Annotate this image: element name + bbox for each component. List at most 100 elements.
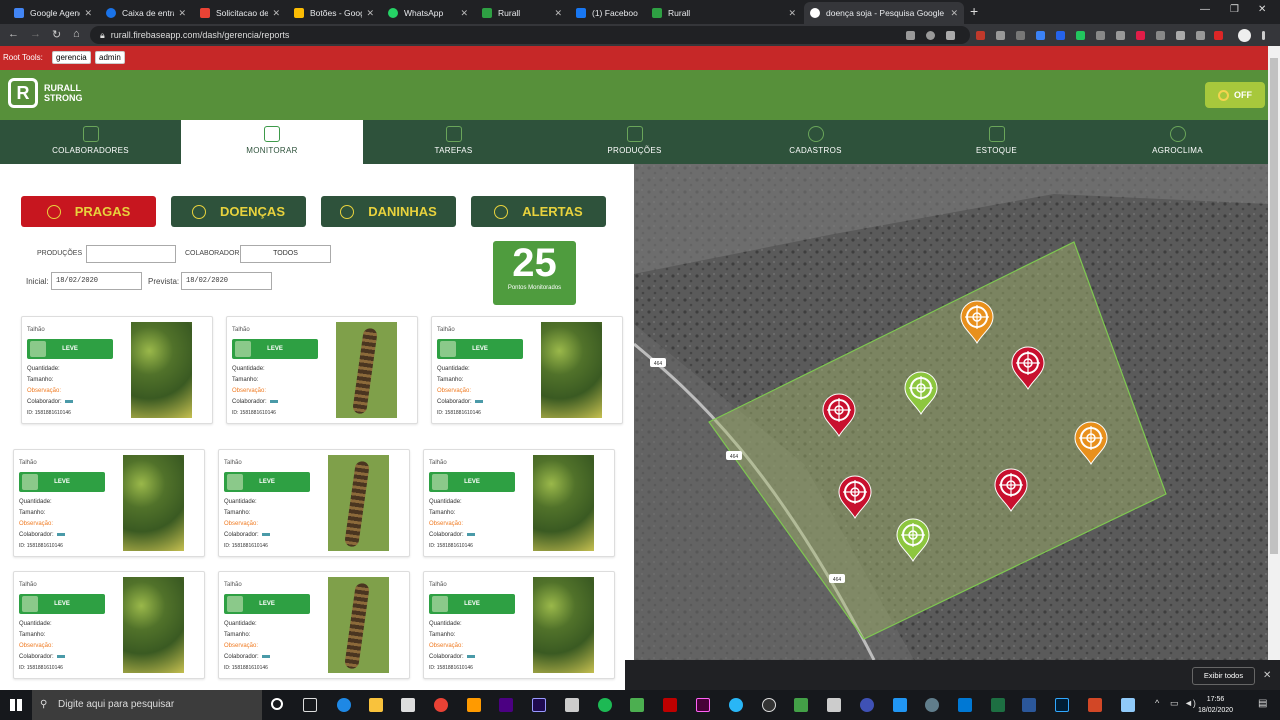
- browser-tab[interactable]: (1) Facebook: [570, 2, 644, 24]
- show-all-downloads-button[interactable]: Exibir todos: [1192, 667, 1255, 685]
- spotify-icon[interactable]: [598, 698, 612, 712]
- caterpillar-photo[interactable]: [328, 455, 389, 551]
- satellite-map[interactable]: 464 464 464: [634, 164, 1268, 660]
- browser-tab[interactable]: Rurall ✕: [476, 2, 568, 24]
- report-card[interactable]: Talhão LEVE Quantidade: Tamanho: Observação:…: [13, 571, 205, 679]
- network-icon[interactable]: ▭: [1170, 698, 1179, 709]
- leaf-photo[interactable]: [123, 577, 184, 673]
- close-icon[interactable]: ✕: [460, 8, 468, 19]
- close-icon[interactable]: ✕: [950, 8, 958, 19]
- report-card[interactable]: Talhão LEVE Quantidade: Tamanho: Observação:…: [218, 449, 410, 557]
- browser-tab-active[interactable]: doença soja - Pesquisa Google ✕: [804, 2, 964, 24]
- extension-icon[interactable]: [1036, 31, 1045, 40]
- extension-icon[interactable]: [1196, 31, 1205, 40]
- xd-icon[interactable]: [696, 698, 710, 712]
- extension-icon[interactable]: [1076, 31, 1085, 40]
- nav-producoes[interactable]: PRODUÇÕES: [544, 120, 725, 164]
- nav-colaboradores[interactable]: COLABORADORES: [0, 120, 181, 164]
- nav-agroclima[interactable]: AGROCLIMA: [1087, 120, 1268, 164]
- app-icon[interactable]: [729, 698, 743, 712]
- profile-avatar[interactable]: [1238, 29, 1251, 42]
- nav-tarefas[interactable]: TAREFAS: [363, 120, 544, 164]
- app-icon[interactable]: [1121, 698, 1135, 712]
- browser-tab[interactable]: Google Agend ✕: [8, 2, 98, 24]
- forward-icon[interactable]: →: [30, 28, 41, 40]
- nav-monitorar[interactable]: MONITORAR: [181, 120, 363, 164]
- colaborador-select[interactable]: TODOS: [240, 245, 331, 263]
- close-icon[interactable]: ✕: [178, 8, 186, 19]
- filezilla-icon[interactable]: [663, 698, 677, 712]
- browser-tab[interactable]: WhatsApp ✕: [382, 2, 474, 24]
- menu-icon[interactable]: [1262, 31, 1265, 40]
- extension-icon[interactable]: [1156, 31, 1165, 40]
- file-explorer-icon[interactable]: [369, 698, 383, 712]
- off-button[interactable]: OFF: [1205, 82, 1265, 108]
- extension-icon[interactable]: [1116, 31, 1125, 40]
- extension-icon[interactable]: [1096, 31, 1105, 40]
- plus-circle-icon[interactable]: [926, 31, 935, 40]
- close-window-icon[interactable]: ✕: [1258, 4, 1266, 15]
- task-view-icon[interactable]: [303, 698, 317, 712]
- report-card[interactable]: Talhão LEVE Quantidade: Tamanho: Observação:…: [423, 449, 615, 557]
- caterpillar-photo[interactable]: [328, 577, 389, 673]
- report-card[interactable]: Talhão LEVE Quantidade: Tamanho: Observação:…: [431, 316, 623, 424]
- home-icon[interactable]: ⌂: [73, 28, 80, 40]
- category-alertas-button[interactable]: ALERTAS: [471, 196, 606, 227]
- star-icon[interactable]: [946, 31, 955, 40]
- leaf-photo[interactable]: [533, 455, 594, 551]
- excel-icon[interactable]: [991, 698, 1005, 712]
- report-card[interactable]: Talhão LEVE Quantidade: Tamanho: Observação:…: [21, 316, 213, 424]
- mail-icon[interactable]: [401, 698, 415, 712]
- back-icon[interactable]: ←: [8, 28, 19, 40]
- extension-icon[interactable]: [1056, 31, 1065, 40]
- app-icon[interactable]: [958, 698, 972, 712]
- nav-estoque[interactable]: ESTOQUE: [906, 120, 1087, 164]
- leaf-photo[interactable]: [131, 322, 192, 418]
- key-icon[interactable]: [906, 31, 915, 40]
- app-icon[interactable]: [925, 698, 939, 712]
- windows-start-icon[interactable]: [0, 690, 32, 720]
- edge-icon[interactable]: [337, 698, 351, 712]
- extension-icon[interactable]: [1136, 31, 1145, 40]
- producoes-field[interactable]: [86, 245, 176, 263]
- github-icon[interactable]: [762, 698, 776, 712]
- app-icon[interactable]: [794, 698, 808, 712]
- prevista-date-input[interactable]: 18/02/2020: [181, 272, 272, 290]
- inicial-date-input[interactable]: 18/02/2020: [51, 272, 142, 290]
- extension-icon[interactable]: [976, 31, 985, 40]
- page-scrollbar[interactable]: [1268, 46, 1280, 660]
- report-card[interactable]: Talhão LEVE Quantidade: Tamanho: Observação:…: [218, 571, 410, 679]
- caterpillar-photo[interactable]: [336, 322, 397, 418]
- close-icon[interactable]: ✕: [366, 8, 374, 19]
- chrome-icon[interactable]: [434, 698, 448, 712]
- premiere-icon[interactable]: [499, 698, 513, 712]
- leaf-photo[interactable]: [541, 322, 602, 418]
- report-card[interactable]: Talhão LEVE Quantidade: Tamanho: Observação:…: [226, 316, 418, 424]
- extension-icon[interactable]: [1016, 31, 1025, 40]
- scrollbar-thumb[interactable]: [1270, 58, 1278, 554]
- word-icon[interactable]: [1022, 698, 1036, 712]
- reload-icon[interactable]: ↻: [52, 28, 61, 41]
- rurall-strong-logo[interactable]: R RURALL STRONG: [8, 78, 83, 108]
- photoshop-icon[interactable]: [1055, 698, 1069, 712]
- taskbar-search-input[interactable]: ⚲ Digite aqui para pesquisar: [32, 690, 262, 720]
- app-icon[interactable]: [893, 698, 907, 712]
- new-tab-icon[interactable]: +: [970, 3, 978, 19]
- maps-icon[interactable]: [630, 698, 644, 712]
- report-card[interactable]: Talhão LEVE Quantidade: Tamanho: Observação:…: [423, 571, 615, 679]
- powerpoint-icon[interactable]: [1088, 698, 1102, 712]
- category-pragas-button[interactable]: PRAGAS: [21, 196, 156, 227]
- minimize-icon[interactable]: —: [1200, 4, 1210, 15]
- cortana-icon[interactable]: [271, 698, 283, 710]
- restore-icon[interactable]: ❐: [1230, 4, 1239, 15]
- nav-cadastros[interactable]: CADASTROS: [725, 120, 906, 164]
- browser-tab[interactable]: Rurall ✕: [646, 2, 802, 24]
- close-icon[interactable]: ✕: [788, 8, 796, 19]
- category-daninhas-button[interactable]: DANINHAS: [321, 196, 456, 227]
- app-icon[interactable]: [827, 698, 841, 712]
- leaf-photo[interactable]: [123, 455, 184, 551]
- close-icon[interactable]: ✕: [84, 8, 92, 19]
- close-downloads-icon[interactable]: ✕: [1263, 670, 1271, 681]
- system-clock[interactable]: 17:56 18/02/2020: [1198, 694, 1233, 716]
- extension-icon[interactable]: [1214, 31, 1223, 40]
